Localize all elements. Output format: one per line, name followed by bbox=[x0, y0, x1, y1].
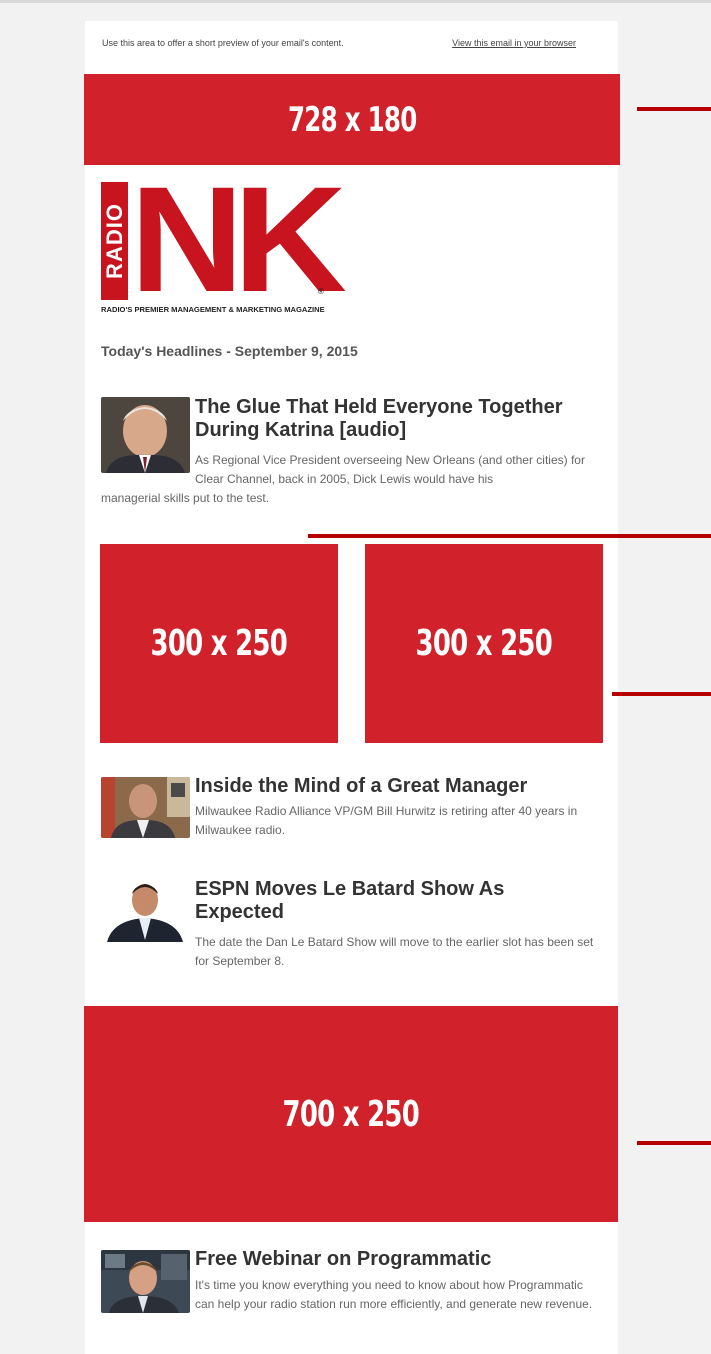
headlines-title: Today's Headlines - September 9, 2015 bbox=[101, 343, 358, 359]
ad-rectangle-left[interactable]: 300 x 250 bbox=[100, 544, 338, 743]
article-title-glue[interactable]: The Glue That Held Everyone Together Dur… bbox=[195, 396, 605, 442]
ad-leaderboard-label: 728 x 180 bbox=[287, 99, 417, 140]
logo-registered-mark: ® bbox=[318, 287, 324, 296]
ad-billboard-label: 700 x 250 bbox=[282, 1093, 420, 1135]
article-body-webinar: It's time you know everything you need t… bbox=[195, 1278, 593, 1311]
article-body-le-batard: The date the Dan Le Batard Show will mov… bbox=[195, 935, 594, 968]
article-thumbnail-bill-hurwitz[interactable] bbox=[101, 777, 190, 838]
article-thumbnail-dick-lewis[interactable] bbox=[101, 397, 190, 473]
ad-rectangle-right-label: 300 x 250 bbox=[415, 623, 553, 664]
article-body-great-manager: Milwaukee Radio Alliance VP/GM Bill Hurw… bbox=[195, 804, 578, 837]
logo-radio-block: RADIO bbox=[101, 182, 128, 300]
top-border bbox=[0, 0, 711, 3]
article-title-webinar[interactable]: Free Webinar on Programmatic bbox=[195, 1248, 605, 1271]
divider-line bbox=[612, 692, 711, 696]
article-thumbnail-le-batard[interactable] bbox=[101, 878, 190, 942]
ad-rectangle-left-label: 300 x 250 bbox=[150, 623, 288, 664]
article-title-le-batard[interactable]: ESPN Moves Le Batard Show As Expected bbox=[195, 878, 585, 924]
divider-line bbox=[637, 1141, 711, 1145]
logo-tagline: RADIO'S PREMIER MANAGEMENT & MARKETING M… bbox=[101, 305, 325, 314]
ad-billboard[interactable]: 700 x 250 bbox=[84, 1006, 618, 1222]
radio-ink-logo[interactable]: RADIO NK ® RADIO'S PREMIER MANAGEMENT & … bbox=[101, 164, 378, 317]
view-in-browser-link[interactable]: View this email in your browser bbox=[452, 38, 576, 48]
logo-radio-text: RADIO bbox=[101, 203, 127, 279]
ad-rectangle-right[interactable]: 300 x 250 bbox=[365, 544, 603, 743]
divider-line bbox=[637, 107, 711, 111]
article-thumbnail-webinar[interactable] bbox=[101, 1250, 190, 1313]
logo-nk-text: NK bbox=[130, 155, 347, 323]
article-body-glue: As Regional Vice President overseeing Ne… bbox=[195, 453, 585, 486]
article-title-great-manager[interactable]: Inside the Mind of a Great Manager bbox=[195, 775, 605, 798]
ad-leaderboard[interactable]: 728 x 180 bbox=[84, 74, 620, 165]
divider-line bbox=[308, 534, 711, 538]
preheader-text: Use this area to offer a short preview o… bbox=[102, 38, 344, 48]
article-body-glue-rest: managerial skills put to the test. bbox=[101, 491, 270, 505]
